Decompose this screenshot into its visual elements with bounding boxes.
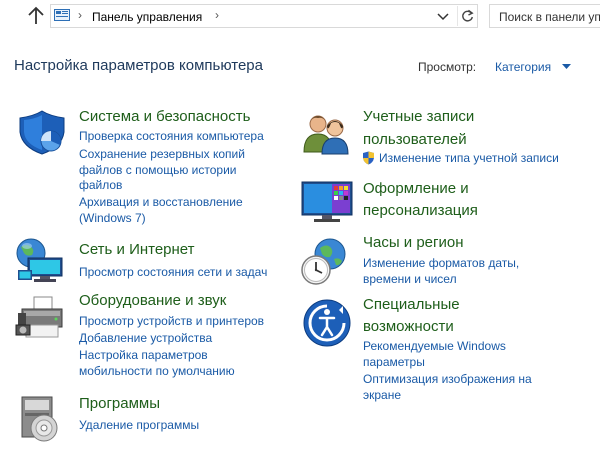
breadcrumb-control-panel[interactable]: Панель управления [92,10,202,24]
user-accounts-heading-line2[interactable]: пользователей [363,129,467,151]
address-bar[interactable]: › Панель управления › [50,4,478,28]
hardware-heading[interactable]: Оборудование и звук [79,290,226,312]
check-computer-status-link[interactable]: Проверка состояния компьютера [79,129,264,145]
monitor-palette-icon[interactable] [300,180,354,224]
change-formats-link[interactable]: Изменение форматов даты, [363,256,519,272]
ease-of-access-heading[interactable]: Специальные [363,294,460,316]
chevron-down-icon[interactable] [436,11,450,23]
view-by-dropdown[interactable]: Категория [495,60,551,74]
accessibility-icon[interactable] [302,298,352,348]
backup-restore-link-line2[interactable]: (Windows 7) [79,211,146,227]
appearance-heading-line2[interactable]: персонализация [363,200,478,222]
devices-printers-link[interactable]: Просмотр устройств и принтеров [79,314,264,330]
shield-icon[interactable] [16,110,66,155]
search-placeholder: Поиск в панели управления [499,10,600,24]
chevron-right-icon: › [78,8,82,22]
caret-down-icon[interactable] [562,64,571,70]
mobility-settings-link[interactable]: Настройка параметров [79,348,208,364]
optimize-display-link-line2[interactable]: экране [363,388,401,404]
page-title: Настройка параметров компьютера [14,57,263,74]
network-heading[interactable]: Сеть и Интернет [79,239,195,261]
up-arrow-icon[interactable] [26,5,46,27]
address-bar-row: › Панель управления › Поиск в панели упр… [0,0,600,33]
view-by-label: Просмотр: [418,60,477,74]
optimize-display-link[interactable]: Оптимизация изображения на [363,372,532,388]
chevron-right-icon[interactable]: › [215,8,219,22]
change-formats-link-line2[interactable]: времени и чисел [363,272,457,288]
file-history-link[interactable]: Сохранение резервных копий [79,147,245,163]
control-panel-icon [54,9,70,21]
ease-of-access-heading-line2[interactable]: возможности [363,316,454,338]
clock-region-heading[interactable]: Часы и регион [363,232,464,254]
recommended-settings-link[interactable]: Рекомендуемые Windows [363,339,506,355]
backup-restore-link[interactable]: Архивация и восстановление [79,195,243,211]
add-device-link[interactable]: Добавление устройства [79,331,212,347]
refresh-icon[interactable] [457,6,477,26]
system-security-heading[interactable]: Система и безопасность [79,106,250,128]
uninstall-program-link[interactable]: Удаление программы [79,418,199,434]
uac-shield-icon [363,151,374,165]
appearance-heading[interactable]: Оформление и [363,178,469,200]
file-history-link-line2[interactable]: файлов с помощью истории [79,163,236,179]
programs-disc-icon[interactable] [16,395,66,442]
network-status-link[interactable]: Просмотр состояния сети и задач [79,265,267,281]
users-icon[interactable] [302,110,352,155]
change-account-type-link[interactable]: Изменение типа учетной записи [379,151,559,167]
user-accounts-heading[interactable]: Учетные записи [363,106,474,128]
recommended-settings-link-line2[interactable]: параметры [363,355,425,371]
programs-heading[interactable]: Программы [79,393,160,415]
printer-icon[interactable] [14,295,70,343]
search-input[interactable]: Поиск в панели управления [489,4,600,28]
mobility-settings-link-line2[interactable]: мобильности по умолчанию [79,364,235,380]
file-history-link-line3[interactable]: файлов [79,178,122,194]
clock-globe-icon[interactable] [300,238,354,286]
network-globe-icon[interactable] [14,238,70,284]
